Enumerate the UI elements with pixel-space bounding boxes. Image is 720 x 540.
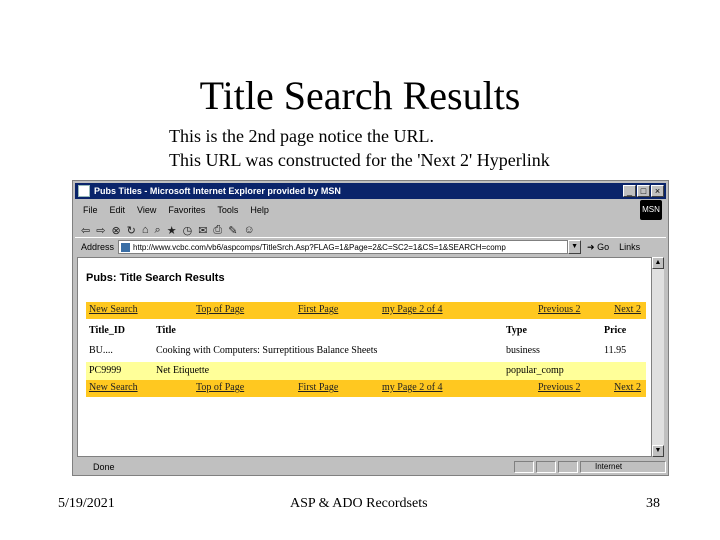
page-viewport: Pubs: Title Search Results New Search To… [77, 257, 652, 457]
edit-icon[interactable]: ✎ [228, 224, 237, 237]
menu-bar: File Edit View Favorites Tools Help [75, 201, 666, 219]
scroll-down-icon[interactable]: ▼ [652, 445, 664, 457]
window-title: Pubs Titles - Microsoft Internet Explore… [94, 186, 341, 196]
footer-date: 5/19/2021 [58, 496, 115, 511]
page-heading: Pubs: Title Search Results [86, 272, 225, 284]
address-value: http://www.vcbc.com/vb6/aspcomps/TitleSr… [133, 243, 506, 252]
menu-file[interactable]: File [83, 205, 98, 215]
address-input[interactable]: http://www.vcbc.com/vb6/aspcomps/TitleSr… [118, 240, 569, 254]
menu-help[interactable]: Help [250, 205, 269, 215]
menu-favorites[interactable]: Favorites [168, 205, 205, 215]
table-row: BU.... Cooking with Computers: Surreptit… [86, 342, 646, 360]
menu-tools[interactable]: Tools [217, 205, 238, 215]
cell-title: Net Etiquette [156, 365, 210, 376]
stop-icon[interactable]: ⊗ [111, 224, 120, 237]
next-link[interactable]: Next 2 [614, 304, 641, 315]
page-icon [121, 243, 131, 252]
browser-window: Pubs Titles - Microsoft Internet Explore… [72, 180, 669, 476]
print-icon[interactable]: ⎙ [213, 224, 222, 237]
status-cell [558, 460, 578, 473]
window-titlebar[interactable]: Pubs Titles - Microsoft Internet Explore… [75, 183, 666, 199]
search-icon[interactable]: ⌕ [155, 224, 161, 237]
back-icon[interactable]: ⇦ [81, 224, 90, 237]
go-arrow-icon: ➜ [587, 241, 595, 252]
go-label: Go [597, 241, 610, 252]
first-page-link[interactable]: First Page [298, 382, 338, 393]
status-bar: Done Internet [75, 459, 666, 474]
mail-icon[interactable]: ✉ [198, 224, 207, 237]
nav-bar-top: New Search Top of Page First Page my Pag… [86, 302, 646, 319]
first-page-link[interactable]: First Page [298, 304, 338, 315]
vertical-scrollbar[interactable]: ▲ ▼ [652, 257, 664, 457]
next-link[interactable]: Next 2 [614, 382, 641, 393]
ie-logo-icon [78, 185, 90, 197]
new-search-link[interactable]: New Search [89, 304, 138, 315]
subtitle-line-2: This URL was constructed for the 'Next 2… [169, 150, 550, 170]
status-cell [514, 460, 534, 473]
refresh-icon[interactable]: ↻ [127, 224, 136, 237]
close-button[interactable]: × [651, 185, 664, 197]
slide-title: Title Search Results [199, 73, 521, 118]
address-label: Address [81, 242, 115, 252]
page-info-link[interactable]: my Page 2 of 4 [382, 304, 443, 315]
minimize-button[interactable]: _ [623, 185, 636, 197]
top-of-page-link[interactable]: Top of Page [196, 382, 244, 393]
cell-price: 11.95 [604, 345, 627, 356]
home-icon[interactable]: ⌂ [142, 224, 149, 236]
cell-type: business [506, 345, 540, 356]
subtitle-line-1: This is the 2nd page notice the URL. [169, 126, 434, 146]
history-icon[interactable]: ◷ [183, 224, 193, 237]
status-cell [536, 460, 556, 473]
footer-title: ASP & ADO Recordsets [290, 496, 428, 511]
menu-edit[interactable]: Edit [110, 205, 126, 215]
messenger-icon[interactable]: ☺ [243, 224, 254, 236]
previous-link[interactable]: Previous 2 [538, 304, 581, 315]
maximize-button[interactable]: □ [637, 185, 650, 197]
menu-view[interactable]: View [137, 205, 156, 215]
favorites-icon[interactable]: ★ [167, 224, 177, 237]
table-header: Title_ID Title Type Price [86, 322, 646, 339]
status-text: Done [93, 461, 115, 472]
page-info-link[interactable]: my Page 2 of 4 [382, 382, 443, 393]
cell-type: popular_comp [506, 365, 564, 376]
go-button[interactable]: ➜ Go [587, 242, 609, 253]
table-row: PC9999 Net Etiquette popular_comp [86, 362, 646, 380]
internet-zone: Internet [580, 460, 666, 473]
slide-number: 38 [646, 496, 660, 511]
previous-link[interactable]: Previous 2 [538, 382, 581, 393]
col-type: Type [506, 325, 527, 336]
new-search-link[interactable]: New Search [89, 382, 138, 393]
col-price: Price [604, 325, 627, 336]
cell-title-id: PC9999 [89, 365, 122, 376]
col-title-id: Title_ID [89, 325, 125, 336]
slide-subtitle: This is the 2nd page notice the URL. Thi… [169, 124, 550, 172]
nav-bar-bottom: New Search Top of Page First Page my Pag… [86, 380, 646, 397]
top-of-page-link[interactable]: Top of Page [196, 304, 244, 315]
address-dropdown-button[interactable]: ▼ [568, 240, 582, 254]
links-button[interactable]: Links [619, 242, 640, 252]
scroll-up-icon[interactable]: ▲ [652, 257, 664, 269]
address-bar: Address http://www.vcbc.com/vb6/aspcomps… [75, 237, 666, 256]
col-title: Title [156, 325, 176, 336]
cell-title: Cooking with Computers: Surreptitious Ba… [156, 345, 378, 356]
cell-title-id: BU.... [89, 345, 113, 356]
forward-icon[interactable]: ⇨ [96, 224, 105, 237]
msn-throbber-icon: MSN [640, 200, 662, 220]
